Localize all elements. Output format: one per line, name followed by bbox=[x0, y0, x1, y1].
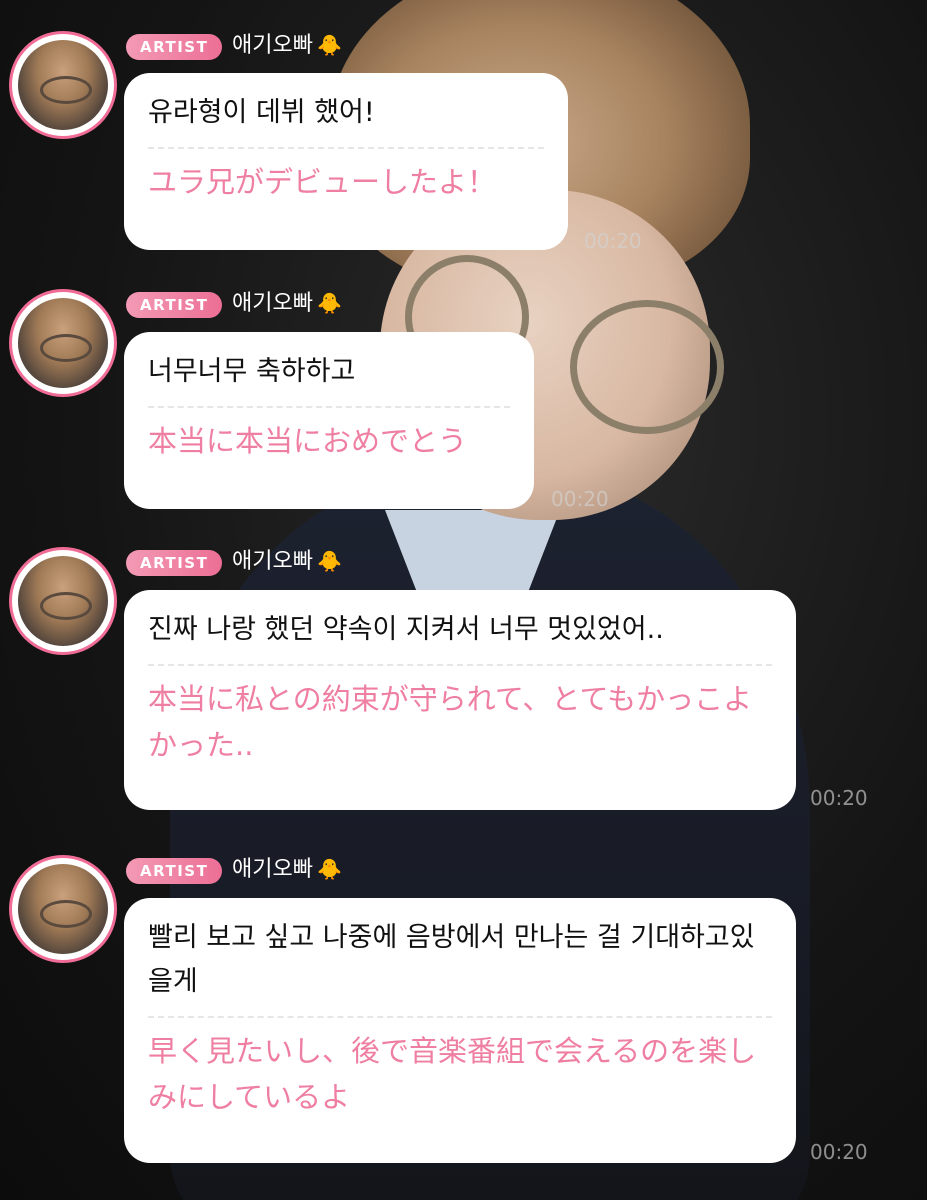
divider bbox=[148, 664, 772, 666]
divider bbox=[148, 147, 544, 149]
sender-name: 애기오빠 🐥 bbox=[232, 289, 342, 318]
photo-glasses-right bbox=[570, 300, 724, 434]
sender-name-text: 애기오빠 bbox=[232, 33, 313, 58]
chick-emoji: 🐥 bbox=[316, 33, 342, 57]
sender-name-text: 애기오빠 bbox=[232, 549, 313, 574]
korean-text: 너무너무 축하하고 bbox=[148, 356, 356, 387]
korean-text: 유라형이 데뷔 했어! bbox=[148, 97, 375, 128]
divider bbox=[148, 406, 510, 408]
divider bbox=[148, 1016, 772, 1018]
message-bubble[interactable]: 빨리 보고 싶고 나중에 음방에서 만나는 걸 기대하고있을게 早く見たいし、後… bbox=[124, 898, 796, 1163]
sender-name-text: 애기오빠 bbox=[232, 291, 313, 316]
chick-emoji: 🐥 bbox=[316, 857, 342, 881]
message-bubble[interactable]: 유라형이 데뷔 했어! ユラ兄がデビューしたよ！ bbox=[124, 73, 568, 250]
sender-name: 애기오빠 🐥 bbox=[232, 31, 342, 60]
korean-text: 진짜 나랑 했던 약속이 지켜서 너무 멋있었어.. bbox=[148, 614, 664, 645]
timestamp: 00:20 bbox=[584, 229, 642, 253]
timestamp: 00:20 bbox=[810, 786, 868, 810]
japanese-text: ユラ兄がデビューしたよ！ bbox=[148, 165, 497, 199]
avatar[interactable] bbox=[12, 550, 114, 652]
korean-text: 빨리 보고 싶고 나중에 음방에서 만나는 걸 기대하고있을게 bbox=[148, 922, 755, 997]
avatar[interactable] bbox=[12, 34, 114, 136]
timestamp: 00:20 bbox=[810, 1140, 868, 1164]
japanese-text: 本当に私との約束が守られて、とてもかっこよかった.. bbox=[148, 682, 753, 762]
artist-badge: ARTIST bbox=[126, 292, 223, 318]
chick-emoji: 🐥 bbox=[316, 549, 342, 573]
message-bubble[interactable]: 너무너무 축하하고 本当に本当におめでとう bbox=[124, 332, 534, 509]
timestamp: 00:20 bbox=[551, 487, 609, 511]
message-bubble[interactable]: 진짜 나랑 했던 약속이 지켜서 너무 멋있었어.. 本当に私との約束が守られて… bbox=[124, 590, 796, 810]
japanese-text: 本当に本当におめでとう bbox=[148, 424, 468, 458]
japanese-text: 早く見たいし、後で音楽番組で会えるのを楽しみにしているよ bbox=[148, 1034, 757, 1114]
sender-name: 애기오빠 🐥 bbox=[232, 855, 342, 884]
artist-badge: ARTIST bbox=[126, 858, 223, 884]
avatar[interactable] bbox=[12, 292, 114, 394]
sender-name: 애기오빠 🐥 bbox=[232, 547, 342, 576]
artist-badge: ARTIST bbox=[126, 34, 223, 60]
chick-emoji: 🐥 bbox=[316, 291, 342, 315]
avatar[interactable] bbox=[12, 858, 114, 960]
artist-badge: ARTIST bbox=[126, 550, 223, 576]
sender-name-text: 애기오빠 bbox=[232, 857, 313, 882]
